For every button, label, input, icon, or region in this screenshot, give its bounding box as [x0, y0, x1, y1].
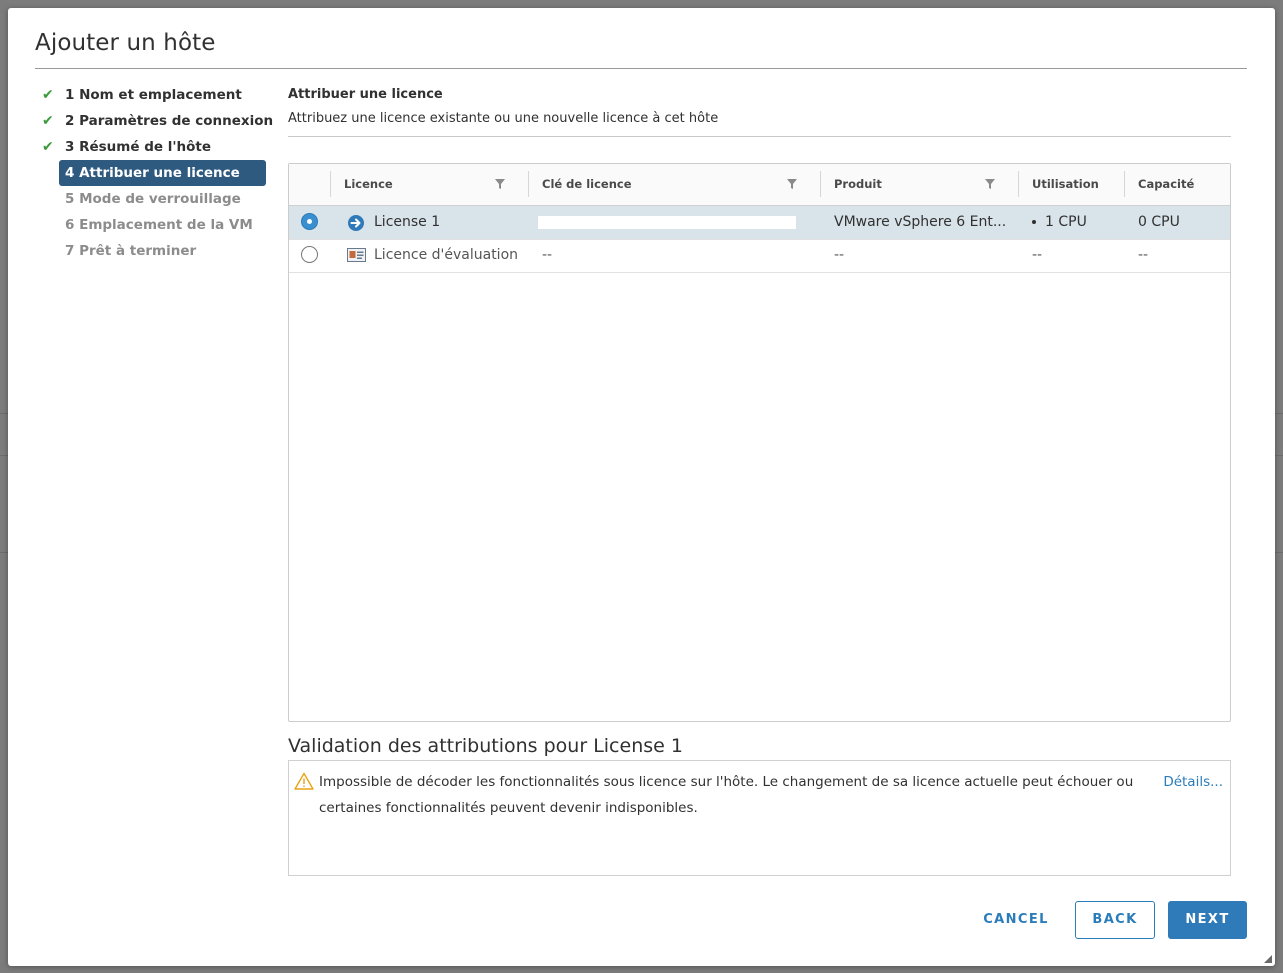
license-name: Licence d'évaluation	[374, 247, 519, 263]
dialog-title: Ajouter un hôte	[35, 30, 216, 56]
validation-message: Impossible de décoder les fonctionnalité…	[319, 774, 1134, 816]
grid-header: Licence Clé de licence Produit Utilisati…	[289, 164, 1230, 206]
step-label: 5 Mode de verrouillage	[65, 191, 241, 207]
cancel-button[interactable]: CANCEL	[968, 901, 1064, 939]
usage-value: --	[1032, 247, 1043, 263]
capacity-value: --	[1138, 247, 1149, 263]
filter-icon[interactable]	[985, 178, 995, 190]
wizard-steps: ✔ 1 Nom et emplacement ✔ 2 Paramètres de…	[38, 82, 273, 264]
back-button[interactable]: BACK	[1075, 901, 1155, 939]
column-header-licence[interactable]: Licence	[344, 164, 393, 205]
warning-icon	[294, 772, 314, 790]
filter-icon[interactable]	[495, 178, 505, 190]
validation-title: Validation des attributions pour License…	[288, 735, 683, 757]
step-ready-to-complete: 7 Prêt à terminer	[38, 238, 268, 264]
license-grid: Licence Clé de licence Produit Utilisati…	[288, 163, 1231, 722]
evaluation-license-icon	[347, 239, 367, 272]
step-label: 7 Prêt à terminer	[65, 243, 197, 259]
checkmark-icon: ✔	[42, 139, 54, 155]
usage-text: 1 CPU	[1045, 214, 1087, 230]
page-title: Attribuer une licence	[288, 87, 443, 102]
step-label: 4 Attribuer une licence	[65, 165, 240, 181]
checkmark-icon: ✔	[42, 113, 54, 129]
add-host-dialog: Ajouter un hôte ✔ 1 Nom et emplacement ✔…	[8, 8, 1275, 966]
row-radio-selected[interactable]	[301, 213, 318, 230]
step-label: 6 Emplacement de la VM	[65, 217, 253, 233]
title-divider	[35, 68, 1247, 69]
product-value: VMware vSphere 6 Ent...	[834, 214, 1007, 230]
column-header-usage[interactable]: Utilisation	[1032, 164, 1099, 205]
usage-value: 1 CPU	[1032, 206, 1122, 239]
table-row[interactable]: License 1 VMware vSphere 6 Ent... 1 CPU …	[289, 206, 1230, 240]
table-row[interactable]: Licence d'évaluation -- -- -- --	[289, 239, 1230, 273]
column-header-license-key[interactable]: Clé de licence	[542, 164, 632, 205]
license-name: License 1	[374, 214, 441, 230]
step-name-location[interactable]: ✔ 1 Nom et emplacement	[38, 82, 268, 108]
step-lockdown-mode: 5 Mode de verrouillage	[38, 186, 268, 212]
step-vm-location: 6 Emplacement de la VM	[38, 212, 268, 238]
checkmark-icon: ✔	[42, 87, 54, 103]
step-assign-license[interactable]: 4 Attribuer une licence	[59, 160, 266, 186]
bullet-icon	[1032, 220, 1036, 224]
column-separator[interactable]	[528, 171, 529, 197]
column-separator[interactable]	[1018, 171, 1019, 197]
column-separator[interactable]	[1124, 171, 1125, 197]
column-header-product[interactable]: Produit	[834, 164, 882, 205]
row-radio-unselected[interactable]	[301, 246, 318, 263]
next-button[interactable]: NEXT	[1168, 901, 1247, 939]
column-header-capacity[interactable]: Capacité	[1138, 164, 1194, 205]
validation-panel: Impossible de décoder les fonctionnalité…	[288, 760, 1231, 876]
step-label: 2 Paramètres de connexion	[65, 113, 274, 129]
step-label: 1 Nom et emplacement	[65, 87, 242, 103]
section-divider	[288, 136, 1231, 137]
column-separator	[330, 171, 331, 197]
filter-icon[interactable]	[787, 178, 797, 190]
step-connection-settings[interactable]: ✔ 2 Paramètres de connexion	[38, 108, 273, 134]
page-subtitle: Attribuez une licence existante ou une n…	[288, 111, 719, 126]
license-arrow-icon	[347, 206, 367, 239]
license-key-value	[538, 216, 796, 229]
product-value: --	[834, 247, 845, 263]
column-separator[interactable]	[820, 171, 821, 197]
step-label: 3 Résumé de l'hôte	[65, 139, 211, 155]
capacity-value: 0 CPU	[1138, 214, 1180, 230]
license-key-value: --	[542, 247, 553, 263]
resize-grip-icon[interactable]	[1264, 955, 1272, 963]
step-host-summary[interactable]: ✔ 3 Résumé de l'hôte	[38, 134, 268, 160]
details-link[interactable]: Détails...	[1163, 769, 1223, 795]
